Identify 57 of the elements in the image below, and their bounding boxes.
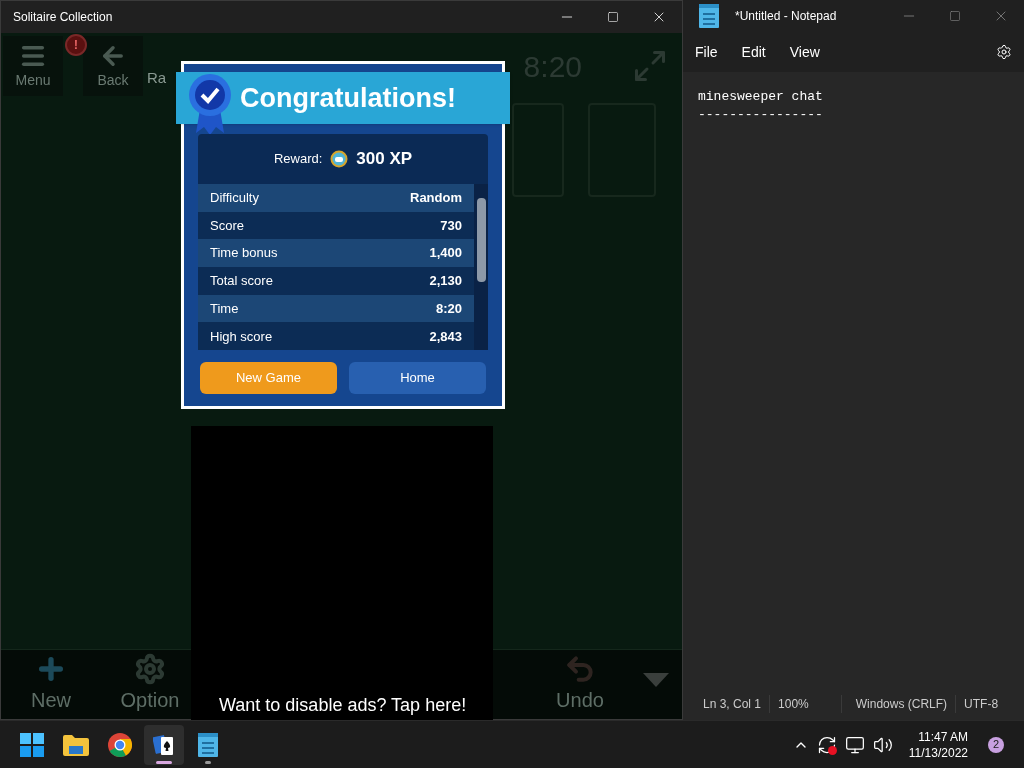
undo-icon <box>564 653 596 685</box>
result-label: Time <box>210 299 239 318</box>
alert-badge: ! <box>65 34 87 56</box>
menu-item[interactable]: File <box>695 41 718 63</box>
result-value: 1,400 <box>429 244 462 263</box>
text-line: minesweeper chat <box>698 88 824 106</box>
menu-item[interactable]: Edit <box>741 41 766 63</box>
result-label: High score <box>210 327 273 346</box>
network-icon[interactable] <box>844 734 865 755</box>
result-label: Score <box>210 216 244 235</box>
result-value: 730 <box>440 216 462 235</box>
running-indicator <box>205 760 211 764</box>
notification-badge[interactable]: 2 <box>988 736 1004 753</box>
reward-label: Reward: <box>273 150 323 169</box>
clock[interactable]: 11:47 AM 11/13/2022 <box>908 728 968 761</box>
scrollbar-thumb[interactable] <box>476 198 486 282</box>
chrome-logo-icon <box>108 732 132 757</box>
menu-button[interactable]: Menu <box>3 36 63 96</box>
windows-logo-icon <box>20 732 44 757</box>
gear-icon <box>134 653 166 685</box>
window-title: Solitaire Collection <box>13 9 113 26</box>
result-label: Difficulty <box>210 189 259 208</box>
status-item: Windows (CRLF) <box>840 695 956 713</box>
home-button[interactable]: Home <box>349 362 486 395</box>
running-indicator <box>156 760 172 764</box>
taskbar-app[interactable] <box>144 724 184 765</box>
award-ribbon-icon <box>188 73 232 135</box>
notepad-icon <box>198 732 218 757</box>
folder-icon <box>63 733 89 756</box>
toolbar-button[interactable]: Undo <box>530 653 630 715</box>
result-label: Total score <box>210 272 273 291</box>
result-label: Time bonus <box>210 244 278 263</box>
mode-label: Ra <box>147 67 167 88</box>
settings-icon[interactable] <box>996 44 1012 60</box>
result-value: Random <box>410 189 462 208</box>
back-button[interactable]: Back <box>83 36 143 96</box>
text-line: ---------------- <box>698 106 824 124</box>
dialog-title: Congratulations! <box>240 81 456 115</box>
text-area[interactable]: minesweeper chat ---------------- <box>683 72 1024 688</box>
menu-item[interactable]: View <box>789 41 820 63</box>
status-item: UTF-8 <box>955 695 999 713</box>
result-value: 8:20 <box>435 299 462 318</box>
xp-medal-icon <box>330 150 349 168</box>
clock-time: 11:47 AM <box>918 728 968 745</box>
ad-disable-link[interactable]: Want to disable ads? Tap here! <box>219 692 467 719</box>
toolbar-button[interactable]: Option <box>111 653 189 715</box>
clock-date: 11/13/2022 <box>908 744 968 761</box>
result-value: 2,130 <box>429 272 462 291</box>
toolbar-button[interactable]: New <box>1 653 101 715</box>
playing-cards-icon <box>153 732 175 757</box>
status-item: Ln 3, Col 1 <box>703 696 763 713</box>
notepad-icon <box>699 4 719 28</box>
status-item: 100% <box>769 695 841 713</box>
result-value: 2,843 <box>429 327 462 346</box>
window-title: *Untitled - Notepad <box>735 8 837 25</box>
sync-icon[interactable] <box>816 734 837 755</box>
reward-value: 300 XP <box>356 148 413 171</box>
